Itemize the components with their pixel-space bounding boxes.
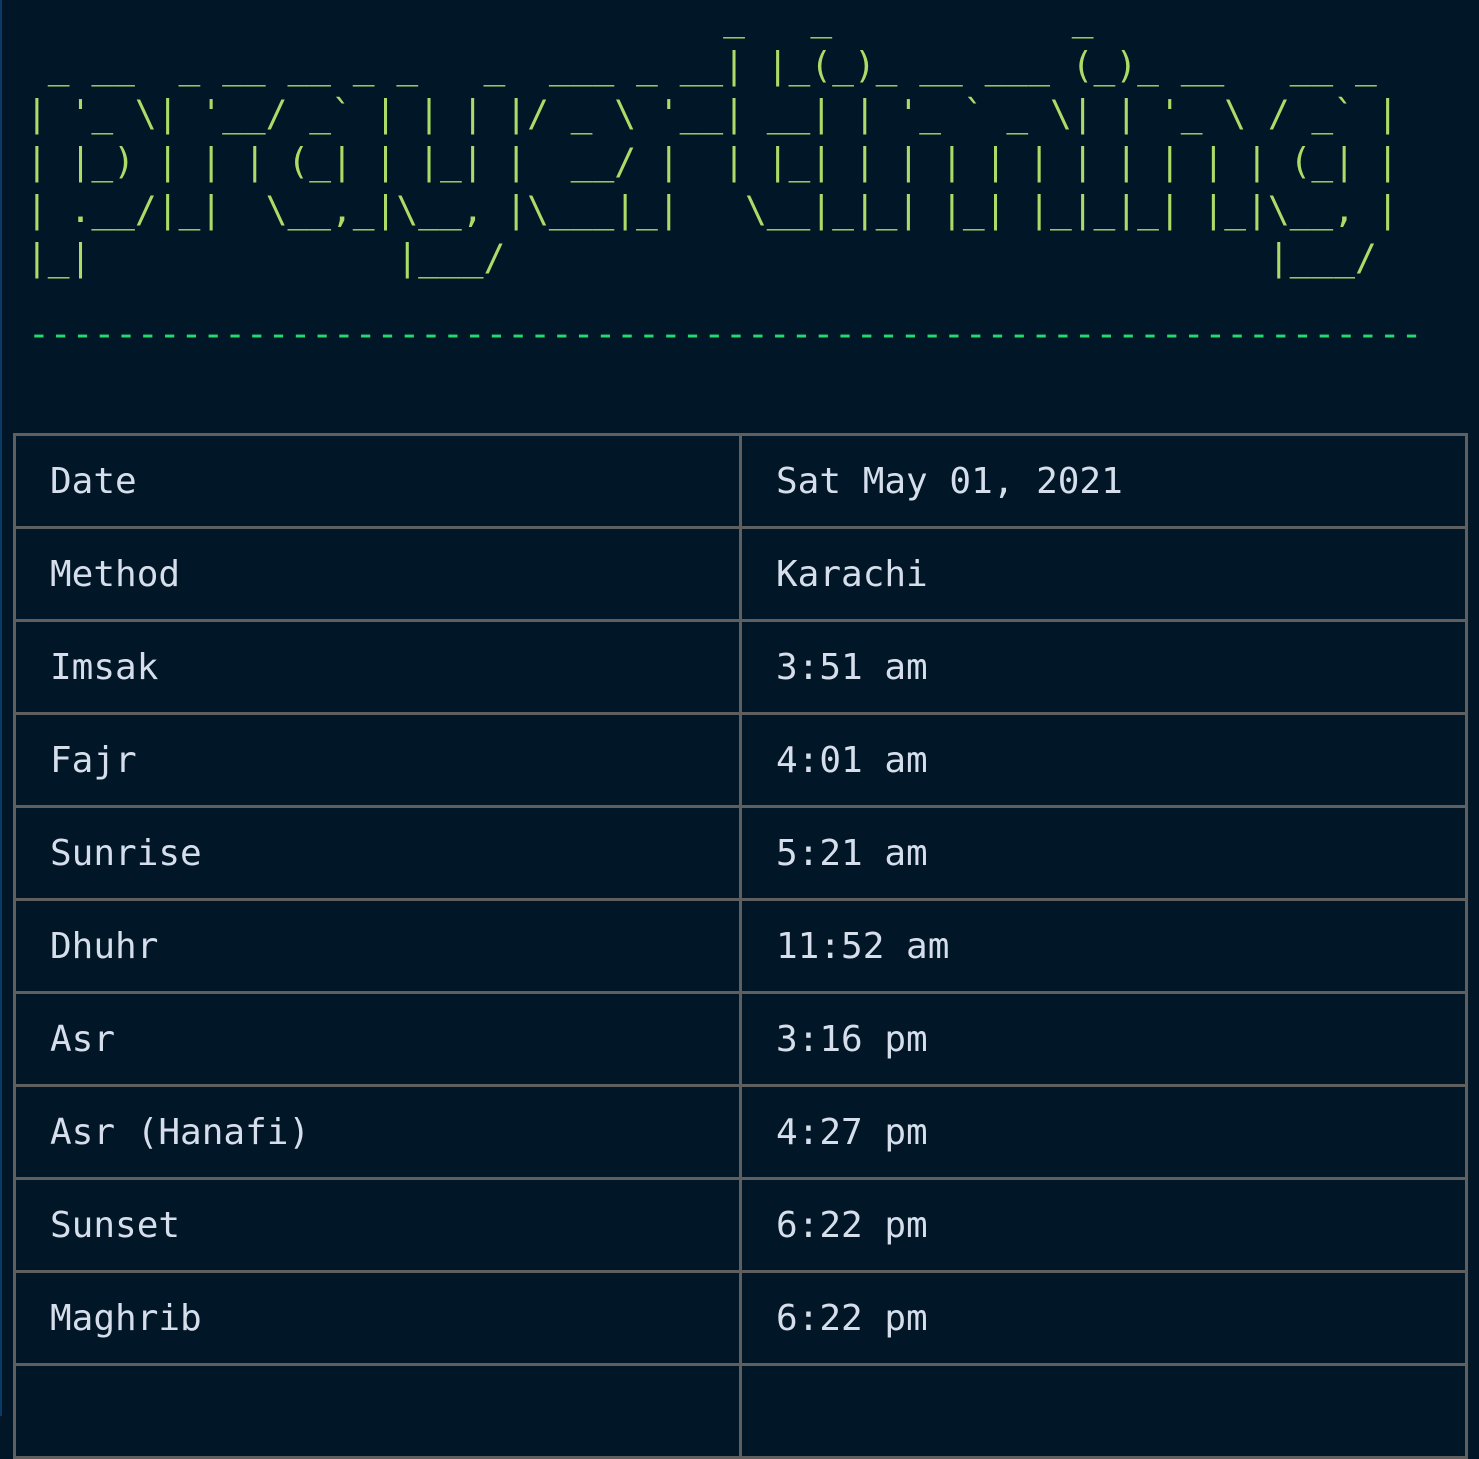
- row-label: Maghrib: [13, 1270, 742, 1366]
- table-row: Date Sat May 01, 2021: [13, 433, 1468, 529]
- row-label: Asr (Hanafi): [13, 1084, 742, 1180]
- row-label: Method: [13, 526, 742, 622]
- row-value: 4:27 pm: [739, 1084, 1468, 1180]
- table-row: Sunset 6:22 pm: [13, 1177, 1468, 1273]
- row-label: Asr: [13, 991, 742, 1087]
- row-label: [13, 1363, 742, 1459]
- table-row: Asr (Hanafi) 4:27 pm: [13, 1084, 1468, 1180]
- table-row: Method Karachi: [13, 526, 1468, 622]
- row-value: 3:51 am: [739, 619, 1468, 715]
- row-value: 6:22 pm: [739, 1177, 1468, 1273]
- prayer-times-table: Date Sat May 01, 2021 Method Karachi Imsak…: [13, 433, 1468, 1459]
- table-row: Asr 3:16 pm: [13, 991, 1468, 1087]
- row-label: Fajr: [13, 712, 742, 808]
- row-label: Dhuhr: [13, 898, 742, 994]
- table-row: Dhuhr 11:52 am: [13, 898, 1468, 994]
- row-label: Imsak: [13, 619, 742, 715]
- row-value: 11:52 am: [739, 898, 1468, 994]
- table-row-partial: [13, 1363, 1468, 1459]
- row-value: [739, 1363, 1468, 1459]
- row-label: Sunset: [13, 1177, 742, 1273]
- table-row: Fajr 4:01 am: [13, 712, 1468, 808]
- table-row: Maghrib 6:22 pm: [13, 1270, 1468, 1366]
- divider-line: ----------------------------------------…: [28, 312, 1423, 355]
- row-value: 4:01 am: [739, 712, 1468, 808]
- row-value: 3:16 pm: [739, 991, 1468, 1087]
- table-row: Sunrise 5:21 am: [13, 805, 1468, 901]
- row-label: Date: [13, 433, 742, 529]
- ascii-title-banner: _ _ _ _ __ _ __ __ _ _ _ ___ _ __| |_(_)…: [26, 0, 1399, 279]
- row-value: Karachi: [739, 526, 1468, 622]
- table-row: Imsak 3:51 am: [13, 619, 1468, 715]
- row-label: Sunrise: [13, 805, 742, 901]
- row-value: 5:21 am: [739, 805, 1468, 901]
- row-value: 6:22 pm: [739, 1270, 1468, 1366]
- row-value: Sat May 01, 2021: [739, 433, 1468, 529]
